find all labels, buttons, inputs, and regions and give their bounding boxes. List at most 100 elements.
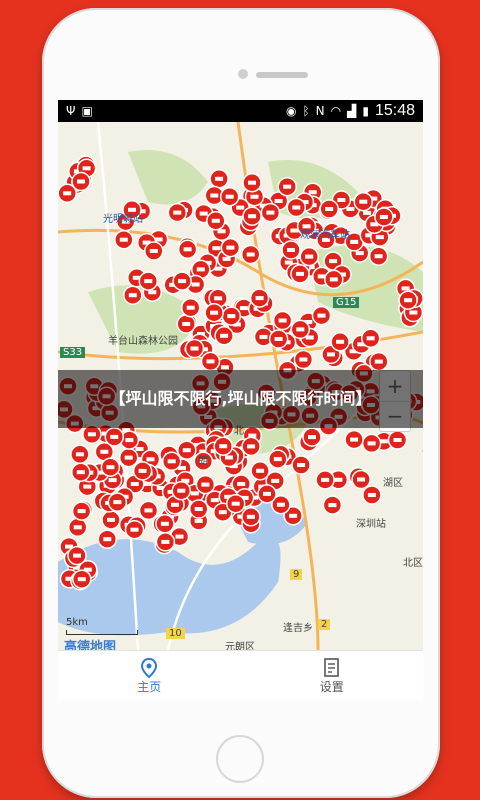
camera-glyph (409, 310, 418, 315)
camera-glyph (173, 210, 182, 215)
location-pin-icon (141, 657, 158, 678)
camera-glyph (128, 293, 137, 298)
green-area (128, 150, 208, 205)
camera-glyph (77, 509, 86, 514)
camera-glyph (63, 191, 72, 196)
camera-glyph (359, 199, 368, 204)
camera-glyph (283, 184, 292, 189)
camera-glyph (73, 553, 81, 558)
front-camera (238, 69, 248, 79)
camera-glyph (317, 313, 326, 318)
camera-glyph (144, 508, 153, 513)
tab-settings-label: 设置 (319, 679, 344, 694)
camera-glyph (87, 432, 96, 437)
scale-text: 5km (66, 617, 88, 628)
camera-glyph (366, 336, 375, 341)
camera-glyph (144, 279, 153, 284)
label-g15: G15 (333, 297, 360, 308)
camera-glyph (190, 491, 199, 496)
camera-glyph (130, 482, 139, 486)
camera-glyph (287, 248, 295, 252)
camera-glyph (350, 239, 359, 244)
camera-glyph (107, 517, 115, 522)
camera-glyph (227, 314, 236, 319)
camera-glyph (218, 510, 227, 515)
camera-glyph (171, 502, 179, 507)
camera-glyph (148, 290, 157, 295)
camera-glyph (106, 465, 115, 470)
camera-glyph (211, 218, 220, 223)
wifi-icon: ◠ (330, 104, 342, 118)
camera-glyph (226, 245, 235, 250)
camera-glyph (221, 365, 229, 370)
label-road-2: 2 (318, 619, 331, 630)
camera-glyph (125, 438, 134, 443)
camera-glyph (113, 500, 122, 505)
camera-glyph (336, 339, 345, 344)
camera-glyph (337, 198, 346, 202)
camera-glyph (271, 478, 280, 483)
scale-bar (66, 630, 138, 635)
screen: Ψ ▣ ◉ ᛒ N ◠ ▟ ▮ 15:48 光明城站 观澜汽车站 羊台山森林公园… (58, 100, 423, 700)
camera-glyph (276, 502, 285, 507)
camera-glyph (393, 438, 402, 442)
camera-glyph (219, 444, 228, 449)
camera-glyph (308, 435, 316, 440)
status-time: 15:48 (374, 102, 415, 119)
camera-glyph (255, 296, 264, 301)
camera-glyph (299, 357, 308, 362)
camera-glyph (124, 455, 133, 460)
camera-glyph (296, 271, 304, 276)
camera-glyph (178, 279, 187, 284)
camera-glyph (273, 457, 282, 462)
label-fenggu: 逢吉乡 (283, 623, 313, 634)
camera-glyph (328, 503, 337, 508)
label-road-9: 9 (290, 569, 303, 580)
home-button[interactable] (216, 735, 264, 783)
camera-glyph (175, 534, 184, 539)
camera-glyph (75, 452, 84, 457)
camera-glyph (225, 455, 233, 460)
camera-glyph (274, 337, 283, 341)
camera-glyph (325, 207, 334, 211)
camera-glyph (329, 259, 338, 264)
camera-glyph (177, 488, 186, 493)
camera-glyph (327, 352, 335, 357)
camera-glyph (130, 527, 139, 532)
camera-glyph (135, 447, 144, 451)
camera-glyph (375, 235, 384, 240)
camera-glyph (182, 448, 191, 453)
camera-glyph (160, 521, 169, 526)
camera-glyph (214, 296, 223, 301)
label-shenzhen: 深圳站 (356, 519, 386, 530)
tab-home-label: 主页 (137, 679, 162, 694)
camera-glyph (263, 491, 271, 496)
camera-glyph (404, 298, 413, 303)
label-road-10: 10 (166, 628, 185, 639)
camera-glyph (201, 482, 210, 487)
overlay-title: 【坪山限不限行,坪山限不限行时间】 (58, 370, 423, 428)
camera-glyph (83, 484, 92, 489)
camera-glyph (161, 539, 170, 544)
camera-glyph (190, 346, 199, 351)
tab-home[interactable]: 主页 (58, 651, 241, 700)
camera-glyph (210, 498, 219, 503)
camera-glyph (138, 468, 147, 473)
camera-glyph (194, 518, 203, 523)
camera-glyph (100, 449, 109, 454)
camera-glyph (401, 286, 410, 291)
camera-glyph (321, 477, 330, 482)
camera-glyph (220, 333, 229, 338)
tab-settings[interactable]: 设置 (241, 651, 424, 700)
camera-glyph (374, 254, 383, 259)
camera-glyph (248, 214, 257, 219)
camera-glyph (215, 176, 224, 181)
status-bar: Ψ ▣ ◉ ᛒ N ◠ ▟ ▮ 15:48 (58, 100, 423, 122)
camera-glyph (329, 277, 338, 282)
label-bei: 北区 (403, 558, 423, 569)
speaker-grille (256, 72, 308, 78)
camera-glyph (110, 434, 119, 439)
camera-glyph (367, 493, 376, 497)
camera-glyph (266, 210, 275, 215)
camera-glyph (259, 334, 268, 339)
